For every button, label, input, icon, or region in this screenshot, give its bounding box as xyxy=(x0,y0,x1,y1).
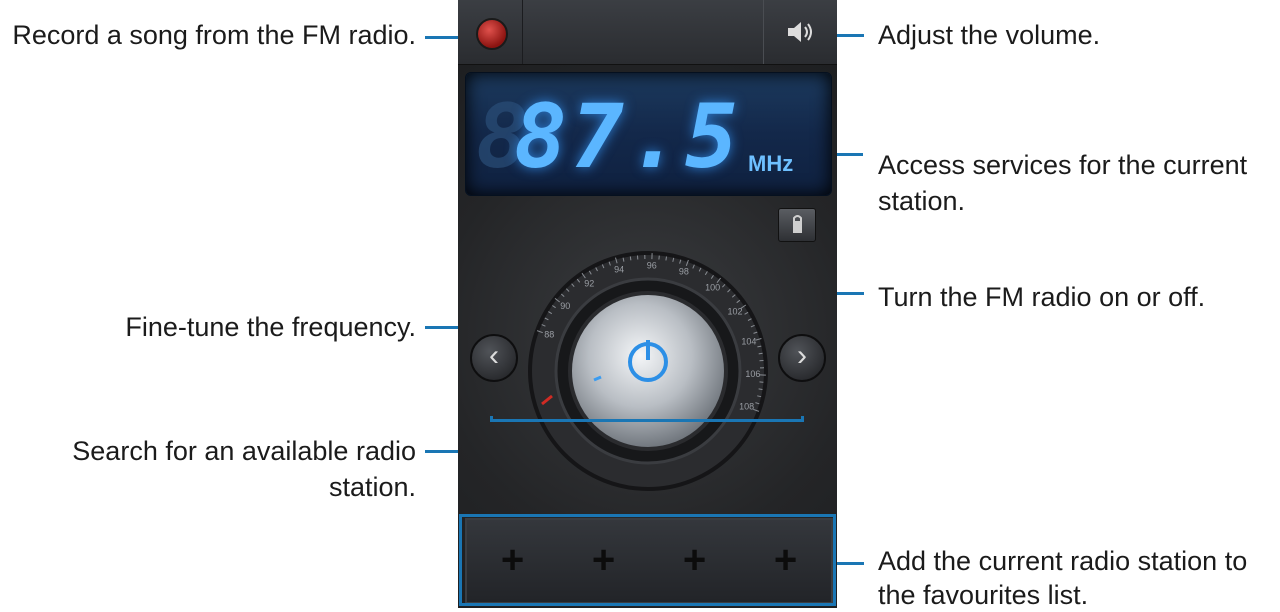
dial-tick-label: 108 xyxy=(739,401,754,411)
dial-tick xyxy=(630,256,631,260)
callout-favourites-1: Add the current radio station to xyxy=(878,544,1247,578)
search-next-button[interactable]: › xyxy=(778,334,826,382)
frequency-unit: MHz xyxy=(748,151,793,177)
favourites-highlight xyxy=(459,514,836,606)
search-buttons-highlight xyxy=(490,416,804,422)
dial-tick-label: 92 xyxy=(584,278,594,288)
dial-tick-label: 94 xyxy=(614,264,624,274)
dial-tick-label: 104 xyxy=(741,336,756,346)
tuning-knob xyxy=(570,293,726,449)
station-services-button[interactable] xyxy=(778,208,816,242)
record-button[interactable] xyxy=(476,18,508,50)
callout-record: Record a song from the FM radio. xyxy=(6,18,416,52)
frequency-display: 8 87.5 MHz xyxy=(465,72,832,196)
callout-services-2: station. xyxy=(878,184,965,218)
volume-button[interactable] xyxy=(784,18,818,46)
speaker-icon xyxy=(784,18,818,46)
dial-tick-label: 102 xyxy=(727,307,742,317)
callout-services-1: Access services for the current xyxy=(878,148,1247,182)
lock-icon xyxy=(779,209,815,241)
dial-tick-label: 90 xyxy=(560,301,570,311)
dial-tick-label: 96 xyxy=(647,260,657,270)
callout-line-favourites xyxy=(836,562,864,565)
callout-search-2: station. xyxy=(6,470,416,504)
dial-tick-label: 98 xyxy=(679,267,689,277)
top-bar xyxy=(458,0,837,65)
top-bar-center xyxy=(522,0,764,64)
callout-favourites-2: the favourites list. xyxy=(878,578,1088,612)
tuning-dial[interactable]: 88 90 92 94 96 98 100 102 104 106 108 xyxy=(522,246,774,496)
dial-tick-label: 100 xyxy=(705,283,720,293)
dial-tick xyxy=(759,389,763,390)
callout-volume: Adjust the volume. xyxy=(878,18,1100,52)
callout-power: Turn the FM radio on or off. xyxy=(878,280,1205,314)
frequency-value: 87.5 xyxy=(514,85,742,188)
dial-tick xyxy=(666,257,667,261)
callout-search-1: Search for an available radio xyxy=(6,434,416,468)
dial-tick-label: 106 xyxy=(745,369,760,379)
callout-line-record xyxy=(425,36,461,39)
dial-tick xyxy=(759,353,763,354)
callout-finetune: Fine-tune the frequency. xyxy=(6,310,416,344)
dial-tick-label: 88 xyxy=(544,329,554,339)
search-prev-button[interactable]: ‹ xyxy=(470,334,518,382)
